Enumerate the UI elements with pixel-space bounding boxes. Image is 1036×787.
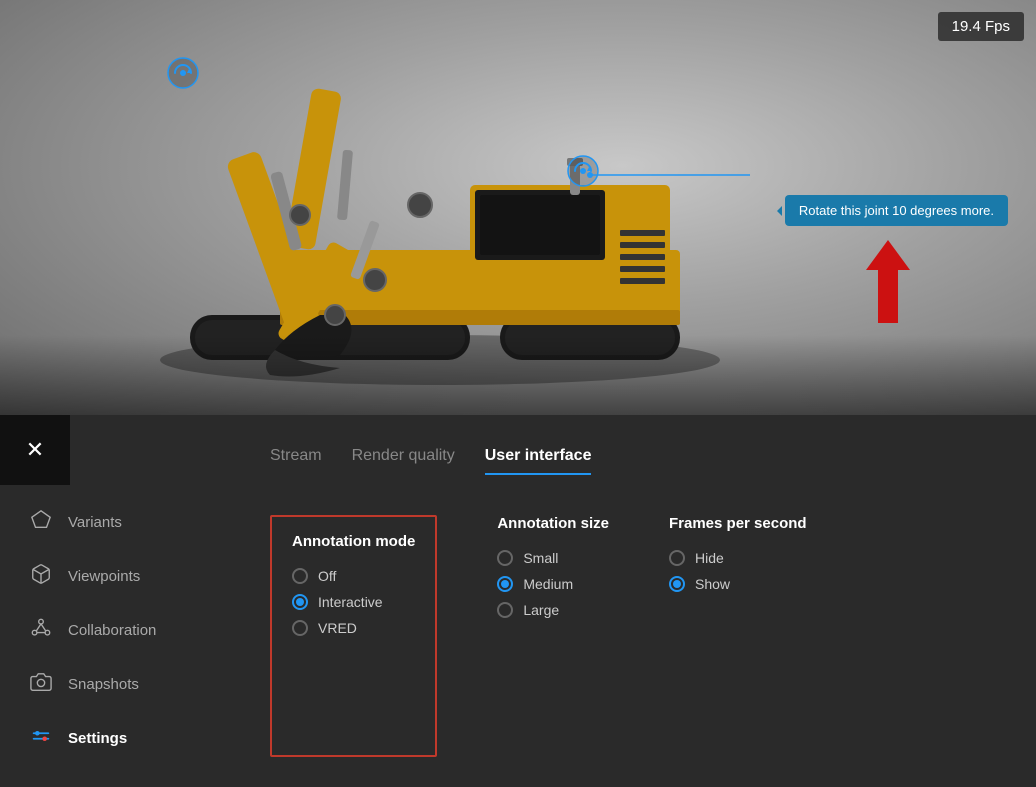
tab-user-interface[interactable]: User interface: [485, 447, 592, 475]
annotation-size-medium-label: Medium: [523, 576, 573, 592]
annotation-size-small[interactable]: Small: [497, 550, 609, 566]
fps-counter: 19.4 Fps: [938, 12, 1024, 41]
fps-show[interactable]: Show: [669, 576, 807, 592]
sidebar-item-variants[interactable]: Variants: [0, 495, 230, 549]
sidebar-label-snapshots: Snapshots: [68, 676, 139, 693]
3d-viewport: 19.4 Fps: [0, 0, 1036, 415]
fps-title: Frames per second: [669, 515, 807, 532]
sidebar-label-collaboration: Collaboration: [68, 622, 156, 639]
settings-icon: [30, 725, 52, 751]
main-content: Stream Render quality User interface Ann…: [230, 415, 1036, 787]
nodes-icon: [30, 617, 52, 643]
annotation-size-title: Annotation size: [497, 515, 609, 532]
radio-medium: [497, 576, 513, 592]
rotate-icon-1[interactable]: [165, 55, 201, 91]
sidebar-label-viewpoints: Viewpoints: [68, 568, 140, 585]
annotation-mode-vred-label: VRED: [318, 620, 357, 636]
annotation-size-small-label: Small: [523, 550, 558, 566]
radio-large: [497, 602, 513, 618]
annotation-size-large-label: Large: [523, 602, 559, 618]
sidebar-item-snapshots[interactable]: Snapshots: [0, 657, 230, 711]
tabs-bar: Stream Render quality User interface: [230, 415, 1036, 485]
annotation-mode-off[interactable]: Off: [292, 568, 415, 584]
sidebar-label-settings: Settings: [68, 730, 127, 747]
sidebar-item-settings[interactable]: Settings: [0, 711, 230, 765]
tab-stream[interactable]: Stream: [270, 447, 322, 475]
close-button[interactable]: ✕: [0, 415, 70, 485]
radio-hide: [669, 550, 685, 566]
annotation-size-medium[interactable]: Medium: [497, 576, 609, 592]
annotation-mode-section: Annotation mode Off Interactive VRED: [270, 515, 437, 757]
radio-show: [669, 576, 685, 592]
camera-icon: [30, 671, 52, 697]
annotation-mode-title: Annotation mode: [292, 533, 415, 550]
bottom-panel: Variants Viewpoints Collaboration Snapsh…: [0, 415, 1036, 787]
diamond-icon: [30, 509, 52, 535]
annotation-mode-interactive[interactable]: Interactive: [292, 594, 415, 610]
fps-hide[interactable]: Hide: [669, 550, 807, 566]
annotation-size-section: Annotation size Small Medium Large: [497, 515, 609, 757]
connector-line: [580, 165, 760, 195]
annotation-size-options: Small Medium Large: [497, 550, 609, 618]
fps-show-label: Show: [695, 576, 730, 592]
fps-options: Hide Show: [669, 550, 807, 592]
sidebar-label-variants: Variants: [68, 514, 122, 531]
annotation-mode-off-label: Off: [318, 568, 336, 584]
annotation-mode-options: Off Interactive VRED: [292, 568, 415, 636]
close-icon: ✕: [26, 437, 44, 463]
annotation-mode-vred[interactable]: VRED: [292, 620, 415, 636]
tab-render-quality[interactable]: Render quality: [352, 447, 455, 475]
cube-icon: [30, 563, 52, 589]
radio-vred: [292, 620, 308, 636]
fps-section: Frames per second Hide Show: [669, 515, 807, 757]
radio-interactive: [292, 594, 308, 610]
sidebar-item-collaboration[interactable]: Collaboration: [0, 603, 230, 657]
annotation-mode-interactive-label: Interactive: [318, 594, 383, 610]
tooltip: Rotate this joint 10 degrees more.: [785, 195, 1008, 226]
radio-off: [292, 568, 308, 584]
settings-grid: Annotation mode Off Interactive VRED: [230, 485, 1036, 787]
sidebar-item-viewpoints[interactable]: Viewpoints: [0, 549, 230, 603]
fps-hide-label: Hide: [695, 550, 724, 566]
annotation-size-large[interactable]: Large: [497, 602, 609, 618]
radio-small: [497, 550, 513, 566]
